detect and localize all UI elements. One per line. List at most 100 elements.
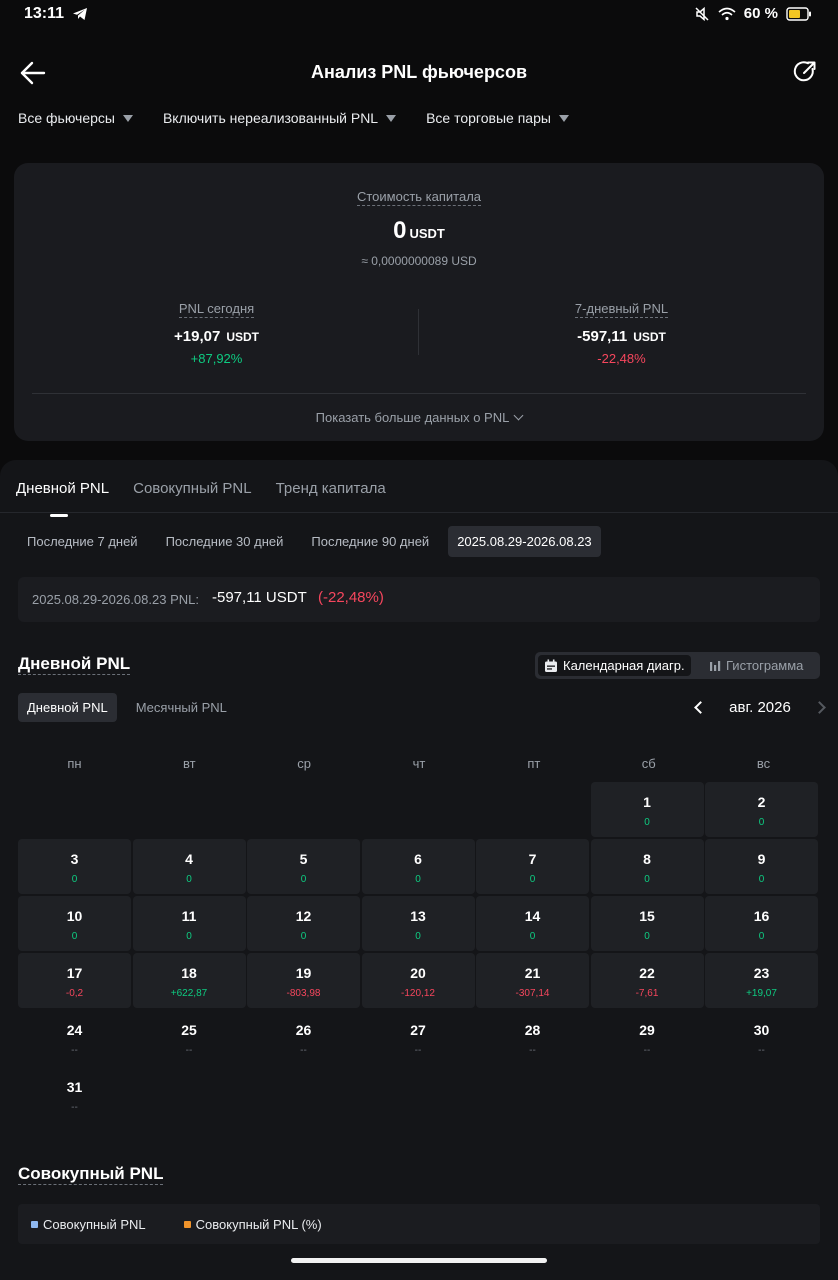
today-pnl-percent: +87,92% [190,351,243,366]
calendar-day-pnl: 0 [71,874,78,885]
calendar-day-number: 10 [66,908,83,924]
weekday-label: вт [182,756,196,771]
calendar-day-pnl: -- [300,1045,307,1056]
calendar-day-cell[interactable]: 11 0 [132,896,246,951]
range-90-days[interactable]: Последние 90 дней [302,526,438,557]
calendar-day-cell[interactable]: 40 [132,839,246,894]
calendar-day-cell[interactable]: 17 -0,2 [18,953,131,1008]
period-subtabs: Дневной PNL Месячный PNL [18,693,236,722]
calendar-day-cell: 25 -- [133,1010,246,1065]
calendar-day-pnl: -- [71,1045,78,1056]
calendar-day-number: 25 [181,1022,197,1038]
calendar-day-pnl: 0 [644,931,650,942]
calendar-day-cell[interactable]: 80 [590,839,704,894]
calendar-day-number: 20 [410,965,426,981]
subtab-daily[interactable]: Дневной PNL [18,693,117,722]
range-custom[interactable]: 2025.08.29-2026.08.23 [448,526,601,557]
calendar-day-cell[interactable]: 20 [705,782,818,837]
month-label: авг. 2026 [729,698,791,716]
calendar-day-pnl: -- [71,1102,78,1113]
view-calendar-button[interactable]: Календарная диагр. [538,655,691,676]
capital-value: 0 USDT [393,217,445,244]
calendar-day-cell[interactable]: 22 -7,61 [590,953,704,1008]
telegram-icon [73,8,87,20]
chevron-right-icon[interactable] [813,700,826,714]
filter-trading-pairs[interactable]: Все торговые пары [426,110,569,126]
today-pnl-label[interactable]: PNL сегодня [14,301,419,318]
capital-label[interactable]: Стоимость капитала [14,189,824,206]
calendar-day-pnl: 0 [415,931,421,942]
weekday-label: пт [527,756,541,771]
weekday-header: пн вт ср чт пт сб вс [18,756,820,771]
calendar-day-cell[interactable]: 70 [476,839,589,894]
range-30-days[interactable]: Последние 30 дней [157,526,293,557]
legend-item-cumulative-pnl[interactable]: Совокупный PNL [31,1217,146,1232]
mute-icon [695,6,709,21]
calendar-day-pnl: -307,14 [515,988,550,999]
calendar-day-cell[interactable]: 10 [590,782,704,837]
calendar-day-cell[interactable]: 90 [705,839,818,894]
calendar-day-number: 22 [639,965,655,981]
app-bar: Анализ PNL фьючерсов [0,44,838,100]
calendar-empty-cell [133,782,246,837]
calendar-day-number: 6 [414,851,422,867]
calendar-day-cell[interactable]: 10 0 [18,896,131,951]
filter-futures[interactable]: Все фьючерсы [18,110,133,126]
calendar-day-cell: 29 -- [591,1010,704,1065]
range-pnl-summary: 2025.08.29-2026.08.23 PNL: -597,11 USDT … [18,577,820,622]
calendar-day-number: 5 [299,851,308,867]
calendar-day-cell: 30 -- [705,1010,818,1065]
filter-bar: Все фьючерсы Включить нереализованный PN… [18,110,569,126]
calendar-day-cell[interactable]: 60 [361,839,475,894]
calendar-day-number: 17 [66,965,83,981]
daily-pnl-title[interactable]: Дневной PNL [18,654,131,675]
status-time: 13:11 [24,5,65,22]
calendar-day-cell[interactable]: 30 [18,839,131,894]
calendar-day-cell[interactable]: 16 0 [705,896,818,951]
show-more-button[interactable]: Показать больше данных о PNL [14,410,824,425]
calendar-day-cell[interactable]: 23 +19,07 [705,953,818,1008]
calendar-day-pnl: 0 [415,874,421,885]
calendar-day-number: 23 [753,965,770,981]
calendar-day-pnl: -- [529,1045,536,1056]
calendar-day-pnl: 0 [186,931,192,942]
chevron-left-icon[interactable] [694,700,707,714]
subtab-monthly[interactable]: Месячный PNL [127,693,236,722]
calendar-day-number: 13 [410,908,426,924]
status-bar: 13:11 60 % [0,0,838,30]
bar-chart-icon [710,660,721,671]
today-pnl-value: +19,07 [174,328,221,345]
calendar-day-cell[interactable]: 18 +622,87 [132,953,246,1008]
calendar-day-pnl: 0 [758,874,765,885]
view-histogram-button[interactable]: Гистограмма [703,655,809,676]
cumulative-legend: Совокупный PNL Совокупный PNL (%) [18,1204,820,1244]
calendar-day-cell[interactable]: 14 0 [476,896,589,951]
calendar-day-cell[interactable]: 12 0 [247,896,360,951]
range-7-days[interactable]: Последние 7 дней [18,526,147,557]
calendar-day-cell: 27 -- [362,1010,475,1065]
legend-item-cumulative-pnl-percent[interactable]: Совокупный PNL (%) [183,1217,322,1232]
calendar-day-number: 18 [181,965,197,981]
calendar-day-number: 29 [639,1022,655,1038]
home-indicator [291,1258,547,1263]
calendar-day-cell[interactable]: 19 -803,98 [247,953,360,1008]
week-pnl: 7-дневный PNL -597,11 USDT -22,48% [419,301,824,366]
week-pnl-percent: -22,48% [597,351,646,366]
cumulative-pnl-title[interactable]: Совокупный PNL [18,1164,164,1185]
calendar-day-cell[interactable]: 15 0 [590,896,704,951]
calendar-day-pnl: +622,87 [170,988,208,999]
calendar-day-cell[interactable]: 20 -120,12 [361,953,475,1008]
caret-down-icon [122,114,133,122]
week-pnl-value: -597,11 [577,328,628,345]
share-icon[interactable] [792,59,818,85]
calendar-day-cell[interactable]: 21 -307,14 [476,953,589,1008]
today-pnl: PNL сегодня +19,07 USDT +87,92% [14,301,419,366]
calendar-day-number: 28 [524,1022,541,1038]
weekday-label: ср [297,756,311,771]
range-pnl-label: 2025.08.29-2026.08.23 PNL: [32,592,199,607]
week-pnl-label[interactable]: 7-дневный PNL [419,301,824,318]
divider [32,393,806,394]
calendar-day-cell[interactable]: 50 [247,839,360,894]
filter-unrealized-pnl[interactable]: Включить нереализованный PNL [163,110,397,126]
calendar-day-cell[interactable]: 13 0 [361,896,475,951]
